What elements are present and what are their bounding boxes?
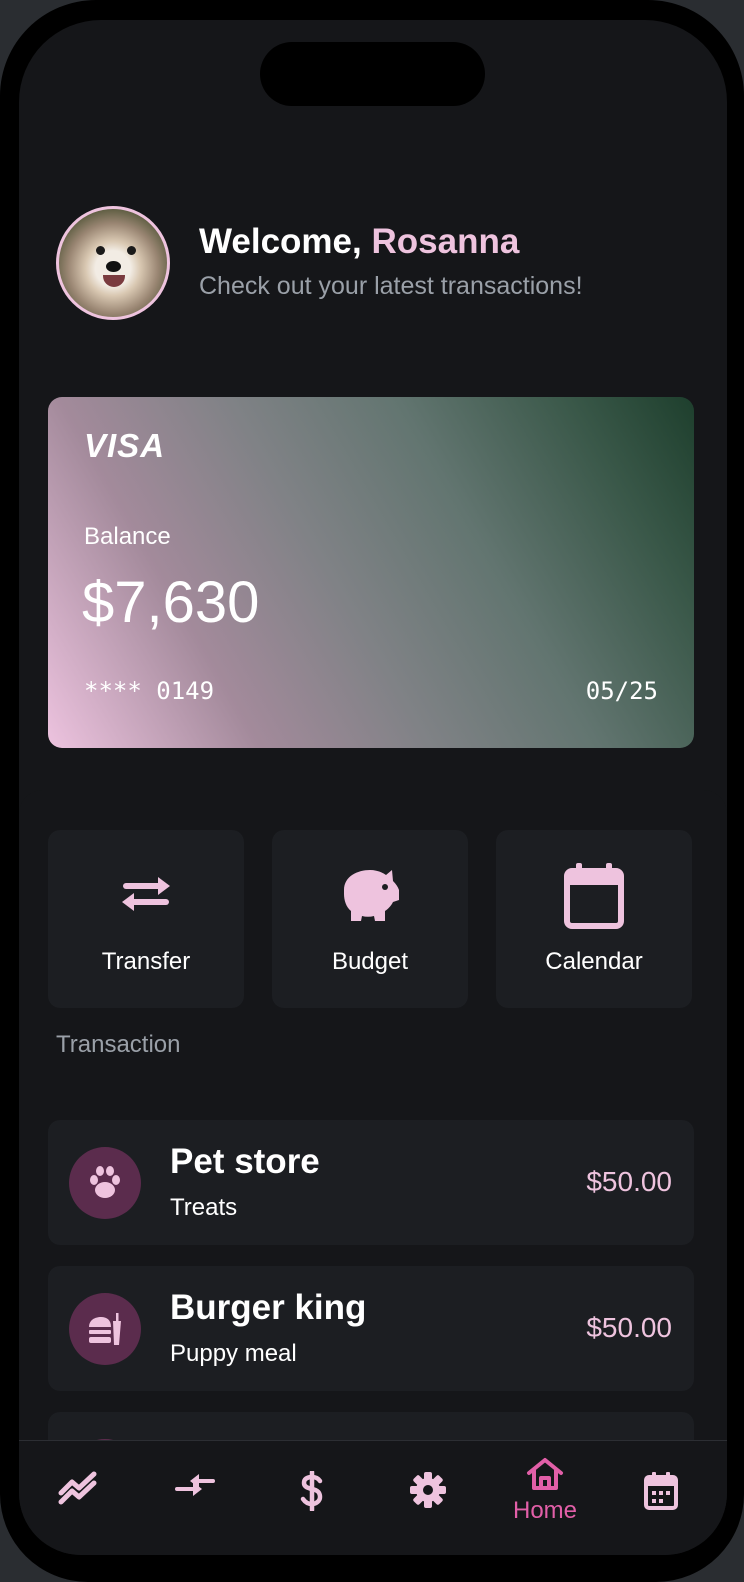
budget-button[interactable]: Budget xyxy=(272,830,468,1008)
balance-label: Balance xyxy=(84,523,171,550)
nav-item-settings[interactable] xyxy=(373,1441,483,1555)
list-item[interactable]: Burger king Puppy meal $50.00 xyxy=(48,1266,694,1391)
nav-item-finance[interactable] xyxy=(257,1441,367,1555)
calendar-icon xyxy=(564,863,624,929)
transfer-icon xyxy=(122,877,170,911)
app-screen: Welcome, Rosanna Check out your latest t… xyxy=(19,20,727,1555)
transaction-subtitle: Treats xyxy=(170,1194,238,1221)
welcome-greeting: Welcome, xyxy=(199,222,372,261)
chart-icon xyxy=(58,1471,97,1505)
nav-item-transfer[interactable] xyxy=(140,1441,250,1555)
nav-item-calendar[interactable] xyxy=(606,1441,716,1555)
nav-item-charts[interactable] xyxy=(23,1441,133,1555)
transaction-section-title: Transaction xyxy=(56,1031,181,1058)
nav-item-home[interactable]: Home xyxy=(490,1441,600,1555)
balance-amount: $7,630 xyxy=(82,570,260,635)
nav-label-home: Home xyxy=(512,1497,578,1524)
balance-card[interactable]: VISA Balance $7,630 **** 0149 05/25 xyxy=(48,397,694,748)
avatar[interactable] xyxy=(56,206,170,320)
burger-icon xyxy=(89,1313,121,1345)
transaction-amount: $50.00 xyxy=(586,1166,672,1197)
avatar-eye xyxy=(96,246,105,255)
calendar-icon xyxy=(644,1472,678,1510)
avatar-eye xyxy=(127,246,136,255)
card-expiry: 05/25 xyxy=(585,677,658,705)
card-number: **** 0149 xyxy=(84,677,215,705)
transaction-icon-circle xyxy=(69,1293,141,1365)
piggy-bank-icon xyxy=(344,870,399,921)
avatar-mouth xyxy=(103,275,125,287)
list-item[interactable]: Pet store Treats $50.00 xyxy=(48,1120,694,1245)
phone-frame: Welcome, Rosanna Check out your latest t… xyxy=(0,0,744,1582)
gear-icon xyxy=(410,1472,446,1508)
welcome-subtitle: Check out your latest transactions! xyxy=(199,272,583,300)
transfer-icon xyxy=(175,1474,215,1496)
transaction-title: Pet store xyxy=(170,1142,320,1181)
transaction-icon-circle xyxy=(69,1147,141,1219)
dynamic-island xyxy=(260,42,485,106)
transfer-label: Transfer xyxy=(101,948,191,975)
bottom-nav: Home xyxy=(19,1440,727,1555)
transaction-title: Burger king xyxy=(170,1288,367,1327)
home-icon xyxy=(527,1458,563,1490)
transfer-button[interactable]: Transfer xyxy=(48,830,244,1008)
calendar-label: Calendar xyxy=(545,948,643,975)
transaction-amount: $50.00 xyxy=(586,1312,672,1343)
calendar-button[interactable]: Calendar xyxy=(496,830,692,1008)
card-brand-logo: VISA xyxy=(84,427,166,464)
welcome-heading: Welcome, Rosanna xyxy=(199,222,519,262)
avatar-nose xyxy=(106,261,121,272)
paw-icon xyxy=(90,1166,120,1198)
budget-label: Budget xyxy=(331,948,409,975)
transaction-subtitle: Puppy meal xyxy=(170,1340,297,1367)
dollar-icon xyxy=(300,1471,323,1511)
user-name: Rosanna xyxy=(371,222,520,261)
